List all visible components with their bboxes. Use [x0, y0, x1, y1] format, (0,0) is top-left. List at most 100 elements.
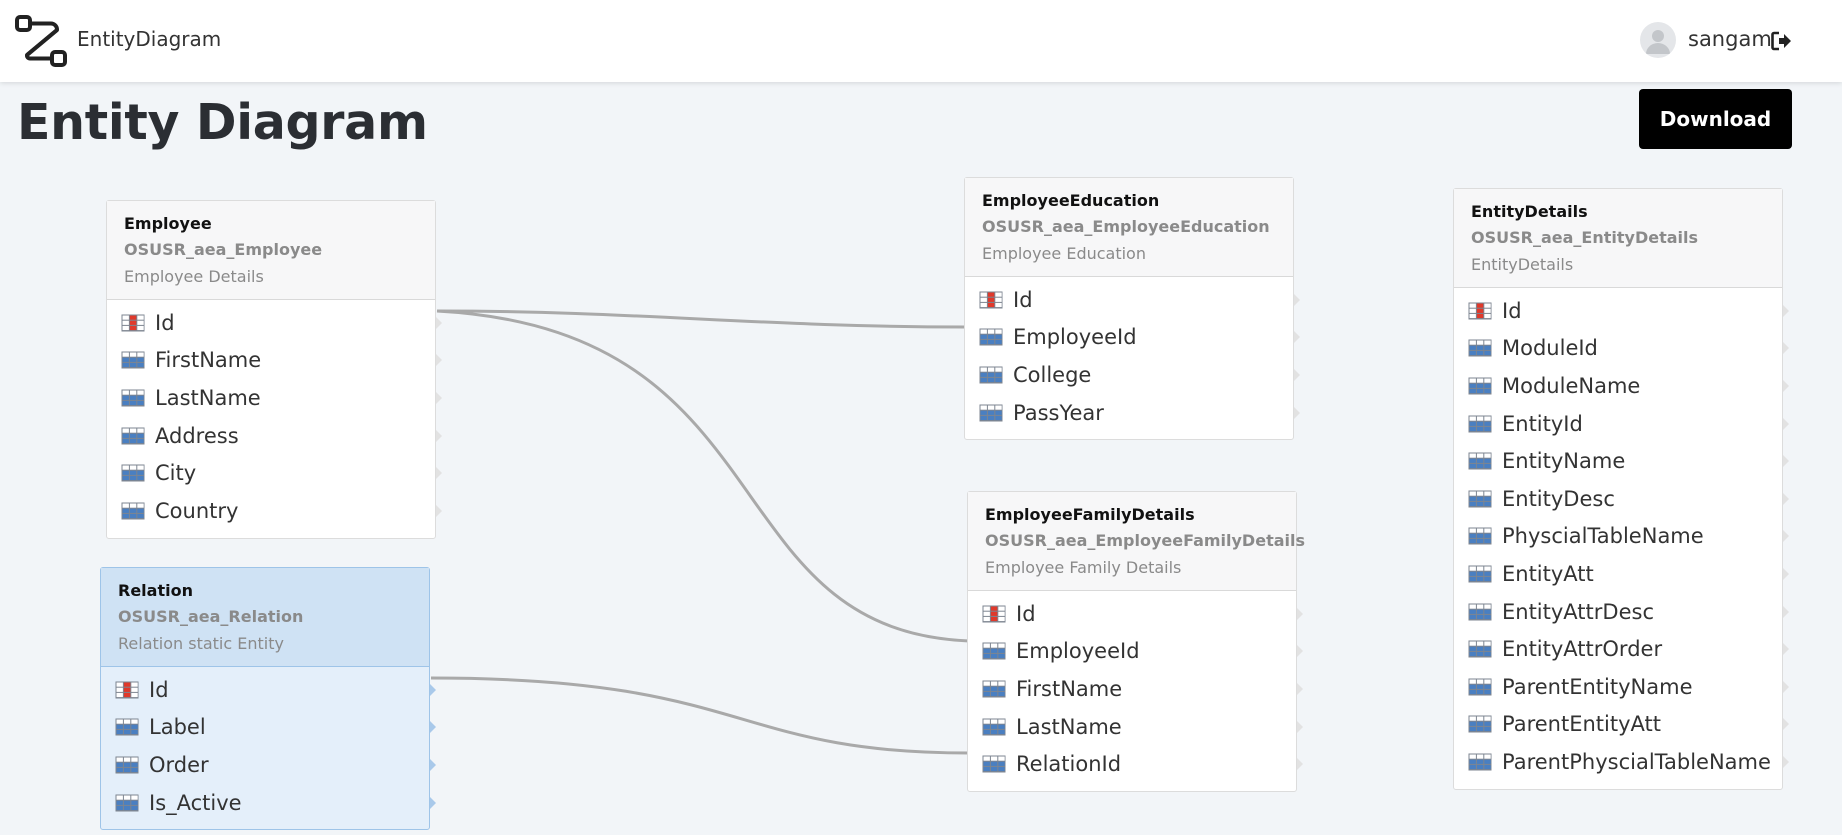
- entity-card-entity-details[interactable]: EntityDetails OSUSR_aea_EntityDetails En…: [1453, 188, 1789, 790]
- user-name[interactable]: sangam: [1688, 27, 1772, 51]
- primary-key-icon: [982, 605, 1006, 623]
- entity-name: Employee: [124, 214, 212, 233]
- attribute-icon: [121, 427, 145, 445]
- entity-card-relation[interactable]: Relation OSUSR_aea_Relation Relation sta…: [100, 567, 436, 831]
- logout-icon[interactable]: [1771, 31, 1792, 51]
- attribute-row[interactable]: EntityAtt: [1454, 555, 1789, 593]
- attribute-row[interactable]: ModuleName: [1454, 367, 1789, 405]
- download-button[interactable]: Download: [1639, 89, 1792, 149]
- attribute-row[interactable]: College: [965, 356, 1300, 394]
- attribute-label: EntityName: [1502, 449, 1626, 474]
- entity-table-name: OSUSR_aea_Relation: [118, 607, 304, 626]
- attribute-label: Id: [1502, 298, 1522, 323]
- attribute-row[interactable]: EntityAttrOrder: [1454, 630, 1789, 668]
- attribute-row[interactable]: ParentEntityName: [1454, 668, 1789, 706]
- attribute-label: EntityAttrOrder: [1502, 637, 1663, 662]
- entity-header[interactable]: EmployeeEducation OSUSR_aea_EmployeeEduc…: [965, 178, 1293, 277]
- attribute-label: College: [1013, 362, 1092, 387]
- primary-key-icon: [115, 681, 139, 699]
- attribute-row[interactable]: Id: [101, 671, 436, 709]
- attribute-icon: [1468, 603, 1492, 621]
- attribute-icon: [115, 718, 139, 736]
- attribute-row[interactable]: ModuleId: [1454, 330, 1789, 368]
- attribute-row[interactable]: Id: [965, 281, 1300, 319]
- attribute-label: Id: [155, 310, 175, 335]
- entity-table-name: OSUSR_aea_Employee: [124, 240, 323, 259]
- entity-card-employee-education[interactable]: EmployeeEducation OSUSR_aea_EmployeeEduc…: [964, 177, 1300, 441]
- entity-table-name: OSUSR_aea_EmployeeFamilyDetails: [985, 531, 1305, 550]
- entity-header[interactable]: Relation OSUSR_aea_Relation Relation sta…: [101, 568, 429, 667]
- entity-attribute-list: Id Label Order Is_Active: [101, 667, 436, 829]
- attribute-icon: [982, 718, 1006, 736]
- attribute-label: ModuleId: [1502, 336, 1598, 361]
- attribute-label: EntityDesc: [1502, 486, 1615, 511]
- entity-attribute-list: Id EmployeeId College PassYear: [965, 277, 1300, 439]
- attribute-label: Label: [149, 715, 206, 740]
- entity-description: Employee Details: [124, 267, 264, 286]
- entity-header[interactable]: Employee OSUSR_aea_Employee Employee Det…: [107, 201, 435, 300]
- attribute-row[interactable]: Country: [107, 492, 442, 530]
- attribute-label: PassYear: [1013, 400, 1104, 425]
- attribute-row[interactable]: PhyscialTableName: [1454, 518, 1789, 556]
- attribute-row[interactable]: LastName: [107, 379, 442, 417]
- attribute-icon: [982, 642, 1006, 660]
- attribute-icon: [1468, 565, 1492, 583]
- attribute-icon: [121, 389, 145, 407]
- attribute-row[interactable]: LastName: [968, 708, 1303, 746]
- attribute-row[interactable]: Id: [1454, 292, 1789, 330]
- entity-card-employee-family-details[interactable]: EmployeeFamilyDetails OSUSR_aea_Employee…: [967, 491, 1305, 792]
- attribute-label: ParentEntityAtt: [1502, 712, 1661, 737]
- user-avatar-icon[interactable]: [1640, 22, 1676, 58]
- entity-name: EmployeeEducation: [982, 191, 1160, 210]
- flow-diagram-icon[interactable]: [15, 15, 67, 67]
- attribute-row[interactable]: City: [107, 454, 442, 492]
- attribute-icon: [1468, 640, 1492, 658]
- attribute-row[interactable]: Id: [107, 304, 442, 342]
- attribute-row[interactable]: ParentEntityAtt: [1454, 706, 1789, 744]
- entity-table-name: OSUSR_aea_EntityDetails: [1471, 228, 1699, 247]
- attribute-row[interactable]: EmployeeId: [968, 633, 1303, 671]
- attribute-row[interactable]: Id: [968, 595, 1303, 633]
- primary-key-icon: [1468, 302, 1492, 320]
- attribute-icon: [982, 680, 1006, 698]
- entity-attribute-list: Id EmployeeId FirstName LastName RelationId: [968, 591, 1303, 791]
- attribute-icon: [979, 404, 1003, 422]
- attribute-row[interactable]: FirstName: [107, 342, 442, 380]
- attribute-icon: [979, 366, 1003, 384]
- attribute-icon: [1468, 339, 1492, 357]
- entity-card-employee[interactable]: Employee OSUSR_aea_Employee Employee Det…: [106, 200, 442, 539]
- attribute-row[interactable]: EntityAttrDesc: [1454, 593, 1789, 631]
- attribute-label: Order: [149, 752, 209, 777]
- attribute-row[interactable]: PassYear: [965, 394, 1300, 432]
- link-relation-to-family: [430, 676, 970, 755]
- attribute-row[interactable]: ParentPhyscialTableName: [1454, 743, 1789, 781]
- entity-header[interactable]: EntityDetails OSUSR_aea_EntityDetails En…: [1454, 189, 1782, 288]
- attribute-label: ParentPhyscialTableName: [1502, 749, 1771, 774]
- attribute-icon: [1468, 678, 1492, 696]
- entity-header[interactable]: EmployeeFamilyDetails OSUSR_aea_Employee…: [968, 492, 1305, 591]
- attribute-icon: [115, 794, 139, 812]
- attribute-row[interactable]: RelationId: [968, 745, 1303, 783]
- entity-attribute-list: Id ModuleId ModuleName EntityId EntityName En…: [1454, 288, 1789, 789]
- attribute-row[interactable]: EmployeeId: [965, 319, 1300, 357]
- entity-name: EmployeeFamilyDetails: [985, 505, 1195, 524]
- attribute-label: ModuleName: [1502, 373, 1641, 398]
- attribute-row[interactable]: EntityId: [1454, 405, 1789, 443]
- attribute-label: LastName: [1016, 714, 1122, 739]
- entity-attribute-list: Id FirstName LastName Address City Country: [107, 300, 442, 538]
- attribute-row[interactable]: Is_Active: [101, 784, 436, 822]
- attribute-row[interactable]: EntityName: [1454, 442, 1789, 480]
- attribute-row[interactable]: EntityDesc: [1454, 480, 1789, 518]
- attribute-label: Country: [155, 498, 239, 523]
- app-title[interactable]: EntityDiagram: [77, 27, 221, 51]
- attribute-row[interactable]: Label: [101, 709, 436, 747]
- attribute-row[interactable]: FirstName: [968, 670, 1303, 708]
- attribute-row[interactable]: Address: [107, 417, 442, 455]
- attribute-label: RelationId: [1016, 752, 1122, 777]
- attribute-label: City: [155, 461, 197, 486]
- attribute-row[interactable]: Order: [101, 746, 436, 784]
- entity-name: Relation: [118, 581, 193, 600]
- entity-description: Employee Family Details: [985, 558, 1182, 577]
- attribute-label: Id: [149, 677, 169, 702]
- attribute-label: Id: [1013, 287, 1033, 312]
